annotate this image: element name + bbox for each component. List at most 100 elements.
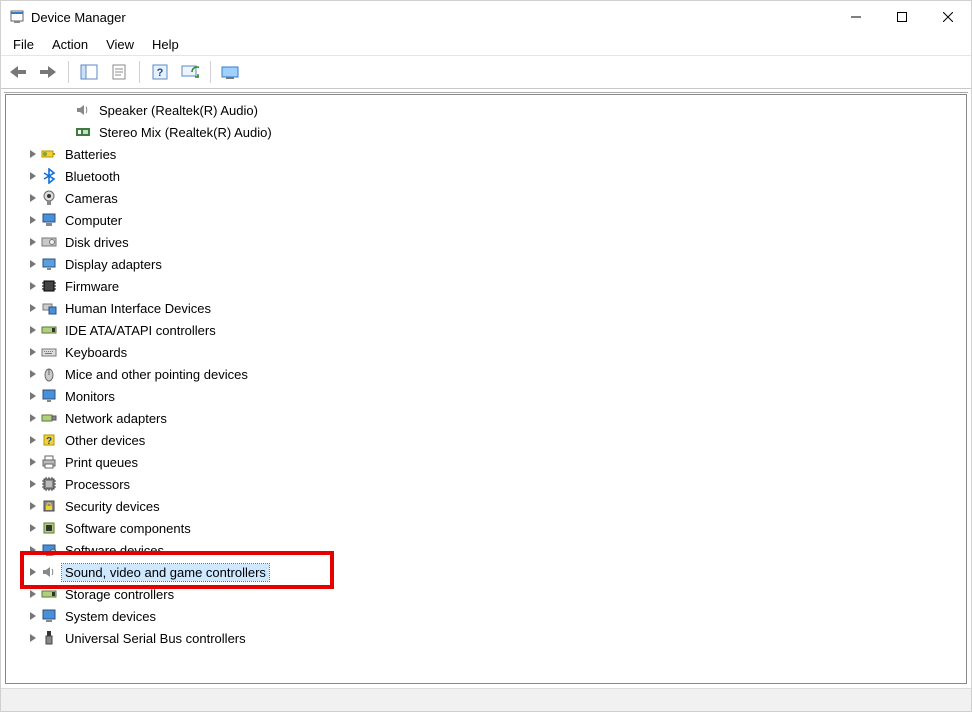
expand-icon[interactable] [26, 238, 40, 246]
firmware-icon [40, 277, 58, 295]
tree-item-label: Other devices [62, 432, 148, 449]
tree-category-other[interactable]: ? Other devices [6, 429, 966, 451]
expand-icon[interactable] [26, 304, 40, 312]
tree-category-sysdevices[interactable]: System devices [6, 605, 966, 627]
minimize-button[interactable] [833, 1, 879, 33]
expand-icon[interactable] [26, 348, 40, 356]
expand-icon[interactable] [26, 458, 40, 466]
tree-item-label: Stereo Mix (Realtek(R) Audio) [96, 124, 275, 141]
expand-icon[interactable] [26, 414, 40, 422]
svg-text:?: ? [46, 436, 52, 447]
tree-item-label: System devices [62, 608, 159, 625]
expand-icon[interactable] [26, 634, 40, 642]
ide-controller-icon [40, 321, 58, 339]
tree-item-label: Software components [62, 520, 194, 537]
tree-item-label: Bluetooth [62, 168, 123, 185]
tree-category-swcomponents[interactable]: Software components [6, 517, 966, 539]
expand-icon[interactable] [26, 260, 40, 268]
menu-view[interactable]: View [98, 35, 142, 54]
disk-drive-icon [40, 233, 58, 251]
system-devices-icon [40, 607, 58, 625]
expand-icon[interactable] [26, 546, 40, 554]
toolbar: ? [1, 56, 971, 89]
tree-item-label: Disk drives [62, 234, 132, 251]
menu-action[interactable]: Action [44, 35, 96, 54]
tree-item-speaker[interactable]: Speaker (Realtek(R) Audio) [6, 99, 966, 121]
device-tree-scroll[interactable]: Speaker (Realtek(R) Audio) Stereo Mix (R… [5, 94, 967, 684]
forward-button[interactable] [35, 59, 61, 85]
tree-category-usb[interactable]: Universal Serial Bus controllers [6, 627, 966, 649]
tree-category-network[interactable]: Network adapters [6, 407, 966, 429]
tree-category-printqueues[interactable]: Print queues [6, 451, 966, 473]
speaker-icon [74, 101, 92, 119]
add-legacy-hardware-button[interactable] [218, 59, 244, 85]
tree-category-security[interactable]: Security devices [6, 495, 966, 517]
tree-category-sound[interactable]: Sound, video and game controllers [6, 561, 966, 583]
expand-icon[interactable] [26, 326, 40, 334]
tree-category-swdevices[interactable]: Software devices [6, 539, 966, 561]
toolbar-separator [210, 61, 211, 83]
expand-icon[interactable] [26, 216, 40, 224]
menu-file[interactable]: File [5, 35, 42, 54]
usb-icon [40, 629, 58, 647]
close-button[interactable] [925, 1, 971, 33]
tree-item-stereomix[interactable]: Stereo Mix (Realtek(R) Audio) [6, 121, 966, 143]
tree-category-cameras[interactable]: Cameras [6, 187, 966, 209]
back-button[interactable] [5, 59, 31, 85]
window-controls [833, 1, 971, 33]
tree-item-label: Processors [62, 476, 133, 493]
tree-category-computer[interactable]: Computer [6, 209, 966, 231]
expand-icon[interactable] [26, 480, 40, 488]
tree-category-bluetooth[interactable]: Bluetooth [6, 165, 966, 187]
tree-item-label: Sound, video and game controllers [62, 564, 269, 581]
storage-controller-icon [40, 585, 58, 603]
tree-item-label: Print queues [62, 454, 141, 471]
expand-icon[interactable] [26, 150, 40, 158]
window-title: Device Manager [31, 10, 833, 25]
tree-category-mice[interactable]: Mice and other pointing devices [6, 363, 966, 385]
tree-category-firmware[interactable]: Firmware [6, 275, 966, 297]
toolbar-separator [68, 61, 69, 83]
camera-icon [40, 189, 58, 207]
expand-icon[interactable] [26, 436, 40, 444]
expand-icon[interactable] [26, 282, 40, 290]
content: Speaker (Realtek(R) Audio) Stereo Mix (R… [4, 92, 968, 685]
tree-item-label: Software devices [62, 542, 167, 559]
tree-item-label: Mice and other pointing devices [62, 366, 251, 383]
hid-icon [40, 299, 58, 317]
tree-category-ide[interactable]: IDE ATA/ATAPI controllers [6, 319, 966, 341]
tree-category-storage[interactable]: Storage controllers [6, 583, 966, 605]
tree-category-batteries[interactable]: Batteries [6, 143, 966, 165]
svg-text:?: ? [157, 67, 164, 79]
other-device-icon: ? [40, 431, 58, 449]
tree-category-hid[interactable]: Human Interface Devices [6, 297, 966, 319]
expand-icon[interactable] [26, 392, 40, 400]
expand-icon[interactable] [26, 194, 40, 202]
expand-icon[interactable] [26, 502, 40, 510]
show-hide-console-tree-button[interactable] [76, 59, 102, 85]
processor-icon [40, 475, 58, 493]
tree-category-monitors[interactable]: Monitors [6, 385, 966, 407]
tree-category-diskdrives[interactable]: Disk drives [6, 231, 966, 253]
expand-icon[interactable] [26, 524, 40, 532]
security-device-icon [40, 497, 58, 515]
tree-item-label: Cameras [62, 190, 121, 207]
scan-hardware-button[interactable] [177, 59, 203, 85]
tree-category-processors[interactable]: Processors [6, 473, 966, 495]
properties-button[interactable] [106, 59, 132, 85]
tree-item-label: Speaker (Realtek(R) Audio) [96, 102, 261, 119]
expand-icon[interactable] [26, 370, 40, 378]
expand-icon[interactable] [26, 172, 40, 180]
tree-category-keyboards[interactable]: Keyboards [6, 341, 966, 363]
window: Device Manager File Action View Help [0, 0, 972, 712]
statusbar [1, 688, 971, 711]
expand-icon[interactable] [26, 568, 40, 576]
printer-icon [40, 453, 58, 471]
app-icon [9, 9, 25, 25]
maximize-button[interactable] [879, 1, 925, 33]
tree-category-display[interactable]: Display adapters [6, 253, 966, 275]
expand-icon[interactable] [26, 590, 40, 598]
expand-icon[interactable] [26, 612, 40, 620]
menu-help[interactable]: Help [144, 35, 187, 54]
help-button[interactable]: ? [147, 59, 173, 85]
